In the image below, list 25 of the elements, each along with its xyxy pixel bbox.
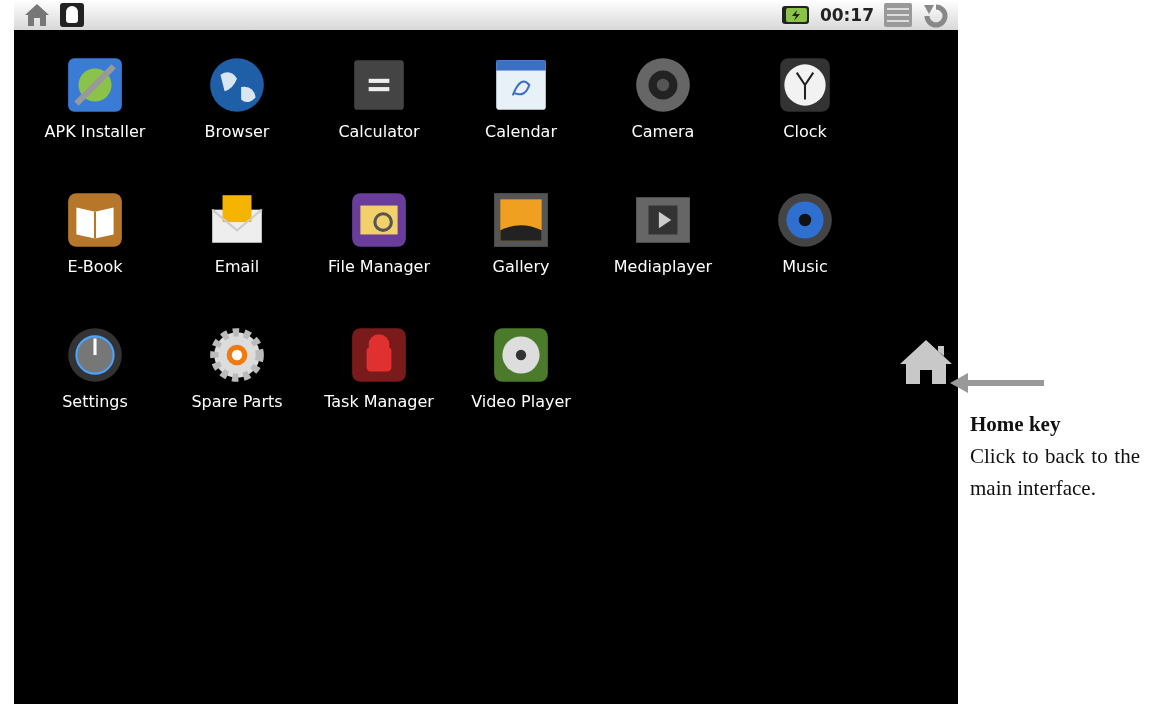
app-shortcut[interactable]: Task Manager [308, 324, 450, 459]
refresh-icon [922, 2, 950, 28]
app-shortcut[interactable]: Browser [166, 54, 308, 189]
app-shortcut[interactable]: Video Player [450, 324, 592, 459]
app-shortcut[interactable]: Calendar [450, 54, 592, 189]
callout-title: Home key [970, 411, 1062, 438]
app-shortcut[interactable]: E-Book [24, 189, 166, 324]
app-shortcut[interactable]: File Manager [308, 189, 450, 324]
app-shortcut[interactable]: Clock [734, 54, 876, 189]
menu-icon [884, 3, 912, 27]
callout-text: Click to back to the main interface. [970, 443, 1140, 502]
arrow-icon [950, 372, 1046, 394]
app-shortcut[interactable]: APK Installer [24, 54, 166, 189]
app-shortcut[interactable]: Calculator [308, 54, 450, 189]
app-shortcut[interactable]: Camera [592, 54, 734, 189]
app-shortcut[interactable]: Settings [24, 324, 166, 459]
app-shortcut[interactable]: Mediaplayer [592, 189, 734, 324]
home-icon [24, 3, 50, 27]
battery-icon [779, 5, 810, 25]
app-shortcut[interactable]: Music [734, 189, 876, 324]
app-shortcut[interactable]: Email [166, 189, 308, 324]
home-icon[interactable] [898, 338, 954, 386]
app-shortcut[interactable]: Gallery [450, 189, 592, 324]
app-shortcut[interactable]: Spare Parts [166, 324, 308, 459]
clock-time: 00:17 [819, 5, 874, 25]
